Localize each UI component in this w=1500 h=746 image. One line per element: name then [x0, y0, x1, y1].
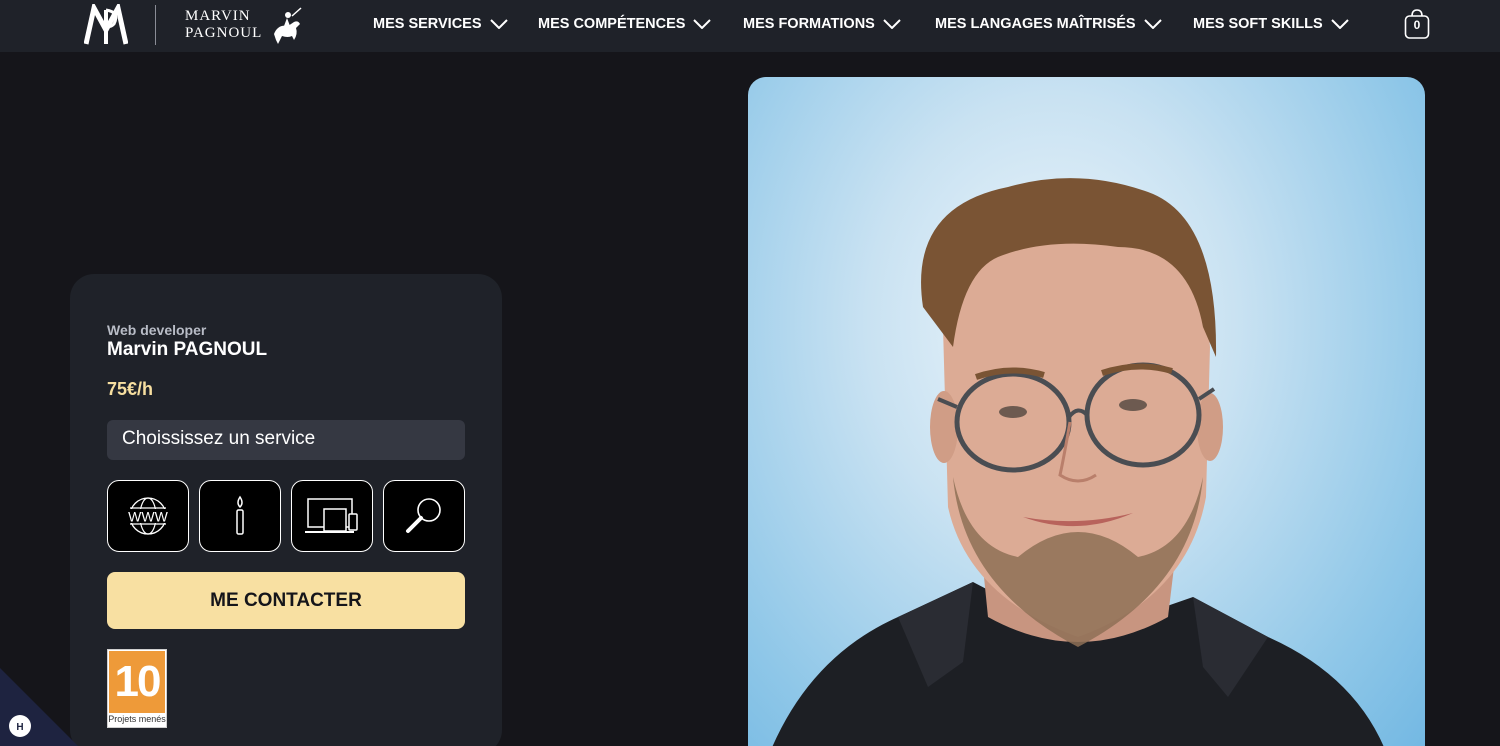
- projects-badge: 10 Projets menés: [107, 649, 167, 728]
- service-seo-button[interactable]: [383, 480, 465, 552]
- chevron-down-icon: [1330, 19, 1349, 29]
- logo-name-last: PAGNOUL: [185, 25, 263, 41]
- magnifier-icon: [406, 498, 441, 533]
- nav-label-competences: MES COMPÉTENCES: [538, 16, 686, 32]
- devices-icon: [305, 498, 358, 533]
- cart-button[interactable]: 0: [1404, 6, 1430, 40]
- projects-label: Projets menés: [108, 714, 166, 724]
- logo-wordmark[interactable]: MARVIN PAGNOUL: [185, 8, 262, 42]
- chevron-down-icon: [489, 19, 508, 29]
- horse-rider-icon: [274, 7, 302, 44]
- nav-item-formations[interactable]: MES FORMATIONS: [743, 0, 901, 48]
- brush-icon: [236, 495, 244, 535]
- projects-count: 10: [109, 651, 165, 713]
- profile-role: Web developer: [107, 322, 207, 338]
- nav-item-langages[interactable]: MES LANGAGES MAÎTRISÉS: [935, 0, 1162, 48]
- chevron-down-icon: [693, 19, 712, 29]
- nav-item-competences[interactable]: MES COMPÉTENCES: [538, 0, 712, 48]
- logo-name-first: MARVIN: [185, 8, 251, 24]
- nav-label-langages: MES LANGAGES MAÎTRISÉS: [935, 16, 1136, 32]
- svg-text:WWW: WWW: [128, 509, 168, 525]
- logo-separator: [155, 5, 156, 45]
- service-web-button[interactable]: WWW: [107, 480, 189, 552]
- contact-button[interactable]: ME CONTACTER: [107, 572, 465, 629]
- cart-count: 0: [1413, 18, 1421, 32]
- hourly-rate: 75€/h: [107, 379, 154, 399]
- nav-label-formations: MES FORMATIONS: [743, 16, 875, 32]
- nav-label-soft-skills: MES SOFT SKILLS: [1193, 16, 1323, 32]
- nav-item-soft-skills[interactable]: MES SOFT SKILLS: [1193, 0, 1349, 48]
- accessibility-icon: H: [16, 722, 23, 733]
- monogram-logo-icon[interactable]: [84, 4, 128, 46]
- service-design-button[interactable]: [199, 480, 281, 552]
- chevron-down-icon: [883, 19, 901, 29]
- chevron-down-icon: [1143, 19, 1162, 29]
- portrait-illustration: [772, 178, 1384, 746]
- www-globe-icon: WWW: [123, 497, 173, 535]
- profile-name: Marvin PAGNOUL: [107, 339, 268, 360]
- portrait-photo: [748, 77, 1425, 746]
- nav-label-services: MES SERVICES: [373, 16, 482, 32]
- corner-widget[interactable]: H: [0, 668, 80, 746]
- nav-item-services[interactable]: MES SERVICES: [373, 0, 508, 48]
- service-select[interactable]: Choississez un service: [107, 420, 465, 460]
- service-responsive-button[interactable]: [291, 480, 373, 552]
